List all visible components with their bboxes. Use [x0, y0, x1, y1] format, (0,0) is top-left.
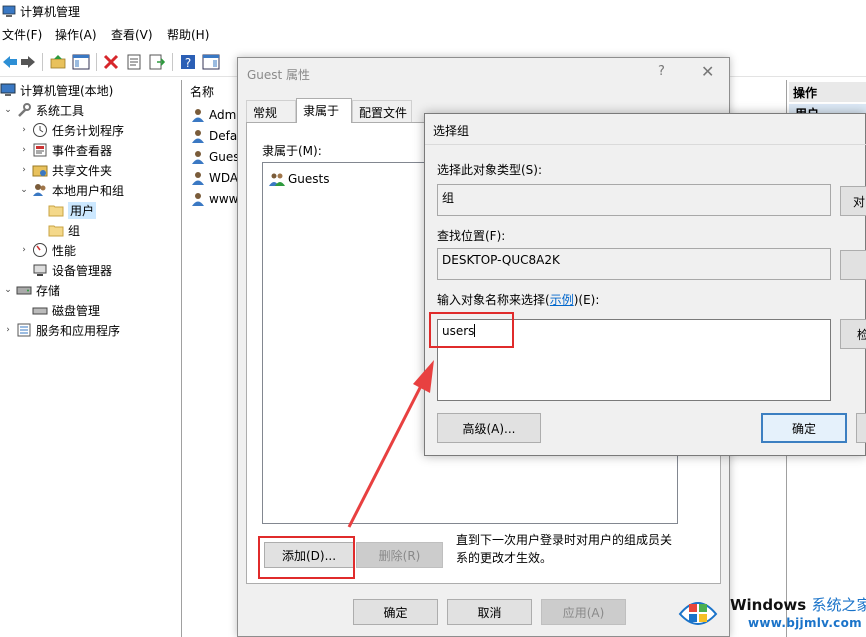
user-icon — [190, 170, 206, 186]
chevron-right-icon[interactable]: › — [2, 325, 14, 335]
select-groups-dialog: 选择组 选择此对象类型(S): 组 对 查找位置(F): DESKTOP-QUC… — [424, 113, 866, 456]
tree-item-computer-management[interactable]: 计算机管理(本地) — [0, 81, 113, 99]
chevron-down-icon[interactable]: ⌄ — [2, 105, 14, 115]
tree-item-system-tools[interactable]: ⌄ 系统工具 — [2, 101, 84, 119]
services-icon — [16, 322, 32, 338]
chevron-right-icon[interactable]: › — [18, 145, 30, 155]
back-arrow-icon[interactable] — [0, 52, 20, 72]
tree-item-users[interactable]: 用户 — [46, 201, 97, 219]
cancel-button[interactable] — [856, 413, 866, 443]
tree-item-local-users-groups[interactable]: ⌄ 本地用户和组 — [18, 181, 124, 199]
tree-item-performance[interactable]: › 性能 — [18, 241, 76, 259]
menu-help[interactable]: 帮助(H) — [167, 26, 209, 43]
object-types-button[interactable]: 对 — [840, 186, 866, 216]
svg-text:?: ? — [185, 56, 191, 70]
apply-button[interactable]: 应用(A) — [541, 599, 626, 625]
watermark-url: www.bjjmlv.com — [748, 616, 862, 630]
menu-action[interactable]: 操作(A) — [55, 26, 97, 43]
list-item[interactable]: Guests — [269, 171, 330, 187]
tree-item-groups[interactable]: 组 — [46, 221, 80, 239]
ok-button[interactable]: 确定 — [353, 599, 438, 625]
locations-button[interactable] — [840, 250, 866, 280]
object-names-label: 输入对象名称来选择(示例)(E): — [437, 293, 600, 307]
watermark: Windows 系统之家 www.bjjmlv.com — [676, 586, 866, 637]
show-action-pane-icon[interactable] — [201, 52, 221, 72]
tab-profile[interactable]: 配置文件 — [352, 100, 412, 122]
tree-item-disk-management[interactable]: 磁盘管理 — [30, 301, 100, 319]
chevron-right-icon[interactable]: › — [18, 165, 30, 175]
object-names-input[interactable]: users — [437, 319, 831, 401]
list-item[interactable]: Defa — [190, 127, 237, 145]
computer-mgmt-icon — [2, 4, 16, 18]
user-icon — [190, 128, 206, 144]
tab-general[interactable]: 常规 — [246, 100, 296, 122]
location-field: DESKTOP-QUC8A2K — [437, 248, 831, 280]
tree-item-device-manager[interactable]: 设备管理器 — [30, 261, 112, 279]
folder-icon — [48, 222, 64, 238]
dialog-title: 选择组 — [433, 124, 470, 138]
column-header-name[interactable]: 名称 — [190, 83, 214, 100]
console-tree: 计算机管理(本地) ⌄ 系统工具 › 任务计划程序 › 事件查看器 › 共享文件… — [0, 80, 182, 637]
tree-item-services-apps[interactable]: › 服务和应用程序 — [2, 321, 120, 339]
user-icon — [190, 107, 206, 123]
chevron-down-icon[interactable]: ⌄ — [2, 285, 14, 295]
help-button[interactable]: ? — [658, 64, 665, 79]
group-icon — [269, 171, 285, 187]
shared-folder-icon — [32, 162, 48, 178]
show-hide-tree-icon[interactable] — [71, 52, 91, 72]
event-viewer-icon — [32, 142, 48, 158]
cancel-button[interactable]: 取消 — [447, 599, 532, 625]
member-of-label: 隶属于(M): — [262, 144, 322, 158]
menu-file[interactable]: 文件(F) — [2, 26, 42, 43]
dialog-title: Guest 属性 — [247, 68, 311, 82]
advanced-button[interactable]: 高级(A)... — [437, 413, 541, 443]
action-pane-header: 操作 — [789, 82, 866, 102]
folder-icon — [48, 202, 64, 218]
tree-item-storage[interactable]: ⌄ 存储 — [2, 281, 60, 299]
remove-button[interactable]: 删除(R) — [356, 542, 443, 568]
chevron-down-icon[interactable]: ⌄ — [18, 185, 30, 195]
windows-logo-icon — [676, 590, 720, 634]
help-icon[interactable]: ? — [178, 52, 198, 72]
ok-button[interactable]: 确定 — [761, 413, 847, 443]
disk-icon — [32, 302, 48, 318]
list-item[interactable]: www. — [190, 190, 241, 208]
examples-link[interactable]: 示例 — [550, 293, 574, 307]
performance-icon — [32, 242, 48, 258]
check-names-button[interactable]: 检 — [840, 319, 866, 349]
menu-view[interactable]: 查看(V) — [111, 26, 153, 43]
export-list-icon[interactable] — [147, 52, 167, 72]
list-item[interactable]: WDA — [190, 169, 238, 187]
tab-member-of[interactable]: 隶属于 — [296, 98, 352, 123]
object-type-label: 选择此对象类型(S): — [437, 163, 543, 177]
delete-icon[interactable] — [101, 52, 121, 72]
tree-item-shared-folders[interactable]: › 共享文件夹 — [18, 161, 112, 179]
forward-arrow-icon[interactable] — [18, 52, 38, 72]
tree-item-event-viewer[interactable]: › 事件查看器 — [18, 141, 112, 159]
membership-note: 直到下一次用户登录时对用户的组成员关系的更改才生效。 — [456, 533, 673, 565]
properties-icon[interactable] — [124, 52, 144, 72]
list-item[interactable]: Admi — [190, 106, 240, 124]
tree-item-task-scheduler[interactable]: › 任务计划程序 — [18, 121, 124, 139]
location-label: 查找位置(F): — [437, 229, 506, 243]
object-type-field: 组 — [437, 184, 831, 216]
device-manager-icon — [32, 262, 48, 278]
clock-icon — [32, 122, 48, 138]
user-icon — [190, 149, 206, 165]
close-icon[interactable]: ✕ — [701, 62, 714, 81]
window-titlebar: 计算机管理 — [0, 0, 866, 24]
computer-mgmt-icon — [0, 82, 16, 98]
user-icon — [190, 191, 206, 207]
up-folder-icon[interactable] — [48, 52, 68, 72]
storage-icon — [16, 282, 32, 298]
users-icon — [32, 182, 48, 198]
chevron-right-icon[interactable]: › — [18, 125, 30, 135]
watermark-brand: Windows 系统之家 — [730, 596, 866, 614]
window-title: 计算机管理 — [20, 5, 81, 19]
chevron-right-icon[interactable]: › — [18, 245, 30, 255]
add-button[interactable]: 添加(D)... — [264, 542, 354, 568]
tools-icon — [16, 102, 32, 118]
